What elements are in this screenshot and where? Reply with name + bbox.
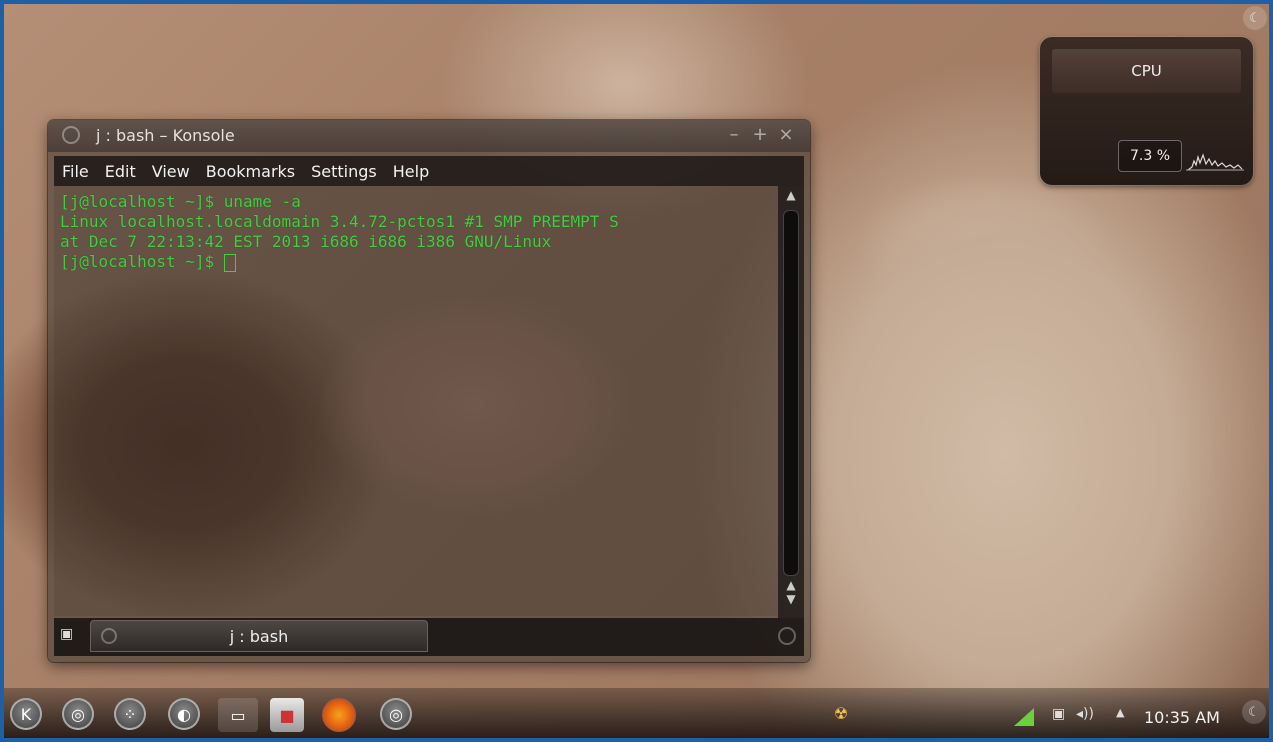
firefox-icon[interactable] bbox=[322, 698, 356, 732]
volume-icon[interactable]: ◂)) bbox=[1076, 706, 1094, 722]
expand-arrow-icon[interactable]: ▲ bbox=[1116, 706, 1124, 719]
battery-icon[interactable]: ▣ bbox=[1052, 706, 1065, 722]
menu-bookmarks[interactable]: Bookmarks bbox=[198, 162, 303, 181]
desktop-wallpaper: ☾ CPU 7.3 % j : bash – Konsole – + × Fil… bbox=[4, 4, 1269, 738]
terminal-area[interactable]: [j@localhost ~]$ uname -a Linux localhos… bbox=[54, 186, 778, 616]
menu-view[interactable]: View bbox=[144, 162, 198, 181]
scroll-down-arrow-icon[interactable]: ▲ ▼ bbox=[778, 578, 804, 610]
taskbar-panel: K ◎ ⁘ ◐ ▭ ■ ◎ ☢ ▣ ◂)) ▲ 10:35 AM ☾ bbox=[4, 688, 1269, 738]
terminal-scrollbar[interactable]: ▲ ▲ ▼ bbox=[778, 186, 804, 618]
window-titlebar[interactable]: j : bash – Konsole – + × bbox=[48, 120, 810, 152]
circle-app-icon[interactable]: ◎ bbox=[380, 698, 412, 730]
device-notifier-icon[interactable]: ▭ bbox=[218, 698, 258, 732]
clock[interactable]: 10:35 AM bbox=[1144, 708, 1220, 727]
window-title: j : bash – Konsole bbox=[96, 126, 235, 145]
radiation-icon[interactable]: ☢ bbox=[824, 696, 858, 730]
activities-icon[interactable]: ◎ bbox=[62, 698, 94, 730]
tab-label: j : bash bbox=[229, 627, 289, 646]
kde-menu-icon[interactable]: K bbox=[10, 698, 42, 730]
menu-file[interactable]: File bbox=[54, 162, 97, 181]
cpu-widget[interactable]: CPU 7.3 % bbox=[1040, 37, 1253, 185]
terminal-line: [j@localhost ~]$ uname -a bbox=[60, 192, 301, 211]
menu-help[interactable]: Help bbox=[385, 162, 437, 181]
close-tab-icon[interactable] bbox=[778, 627, 796, 645]
cursor-block bbox=[223, 253, 236, 272]
prompt-text: [j@localhost ~]$ bbox=[60, 252, 224, 271]
cpu-graph-icon bbox=[1186, 153, 1244, 171]
menu-edit[interactable]: Edit bbox=[97, 162, 144, 181]
tab-bar: ▣ j : bash bbox=[54, 618, 804, 656]
menu-bar: File Edit View Bookmarks Settings Help bbox=[54, 156, 804, 186]
terminal-line: at Dec 7 22:13:42 EST 2013 i686 i686 i38… bbox=[60, 232, 552, 251]
terminal-prompt-line: [j@localhost ~]$ bbox=[60, 252, 778, 272]
desktop-toolbox-icon[interactable]: ☾ bbox=[1243, 6, 1267, 30]
minimize-button[interactable]: – bbox=[724, 124, 744, 146]
menu-settings[interactable]: Settings bbox=[303, 162, 385, 181]
scrollbar-handle[interactable] bbox=[783, 210, 799, 576]
scroll-up-arrow-icon[interactable]: ▲ bbox=[778, 188, 804, 204]
terminal-line: Linux localhost.localdomain 3.4.72-pctos… bbox=[60, 212, 619, 231]
network-signal-icon[interactable] bbox=[1014, 708, 1034, 730]
desktop-icon[interactable]: ⁘ bbox=[114, 698, 146, 730]
cpu-usage-value: 7.3 % bbox=[1118, 140, 1182, 172]
circle-app-icon[interactable]: ◐ bbox=[168, 698, 200, 730]
close-button[interactable]: × bbox=[776, 124, 796, 146]
package-icon[interactable]: ■ bbox=[270, 698, 304, 732]
panel-toolbox-icon[interactable]: ☾ bbox=[1242, 700, 1266, 724]
maximize-button[interactable]: + bbox=[750, 124, 770, 146]
new-tab-icon[interactable]: ▣ bbox=[60, 626, 78, 644]
konsole-window[interactable]: j : bash – Konsole – + × File Edit View … bbox=[48, 120, 810, 662]
tab-bash[interactable]: j : bash bbox=[90, 620, 428, 652]
cpu-widget-title: CPU bbox=[1052, 49, 1241, 93]
window-menu-icon[interactable] bbox=[62, 126, 80, 144]
